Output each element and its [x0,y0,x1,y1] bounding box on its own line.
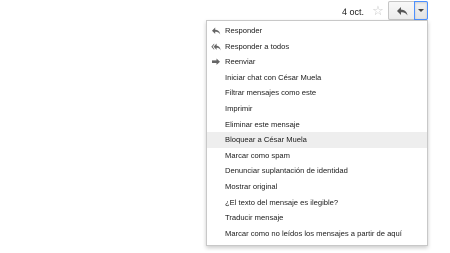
menu-item-reply-all[interactable]: Responder a todos [207,39,427,55]
menu-item-label: ¿El texto del mensaje es ilegible? [225,197,339,207]
menu-item-label: Iniciar chat con César Muela [225,72,322,82]
menu-item-filter-messages[interactable]: Filtrar mensajes como este [207,85,427,101]
menu-item-forward[interactable]: Reenviar [207,54,427,70]
menu-item-delete-message[interactable]: Eliminar este mensaje [207,117,427,133]
chevron-down-icon [418,9,424,12]
reply-all-icon [211,43,221,50]
message-date: 4 oct. [342,7,365,17]
menu-item-block-sender[interactable]: Bloquear a César Muela [207,132,427,148]
menu-item-reply[interactable]: Responder [207,23,427,39]
menu-item-label: Reenviar [225,57,256,67]
menu-item-unreadable-text[interactable]: ¿El texto del mensaje es ilegible? [207,195,427,211]
menu-item-label: Filtrar mensajes como este [225,88,317,98]
menu-item-label: Responder a todos [225,41,290,51]
reply-button[interactable] [388,1,415,20]
message-header-area: 4 oct. ☆ Responder Responder a todos Ree… [0,0,450,253]
menu-item-label: Mostrar original [225,181,278,191]
menu-item-label: Marcar como spam [225,150,290,160]
reply-arrow-icon [396,6,407,15]
menu-item-show-original[interactable]: Mostrar original [207,179,427,195]
menu-item-label: Eliminar este mensaje [225,119,300,129]
menu-item-label: Traducir mensaje [225,213,284,223]
menu-item-label: Marcar como no leídos los mensajes a par… [225,228,402,238]
reply-icon [212,27,221,35]
menu-item-mark-unread-from-here[interactable]: Marcar como no leídos los mensajes a par… [207,226,427,242]
menu-item-print[interactable]: Imprimir [207,101,427,117]
more-options-button[interactable] [414,1,428,20]
message-actions-menu: Responder Responder a todos Reenviar Ini… [206,20,428,246]
star-icon[interactable]: ☆ [371,2,385,20]
menu-item-start-chat[interactable]: Iniciar chat con César Muela [207,70,427,86]
forward-icon [212,58,220,66]
menu-item-label: Denunciar suplantación de identidad [225,166,348,176]
menu-item-label: Bloquear a César Muela [225,135,307,145]
menu-item-label: Imprimir [225,103,253,113]
menu-item-label: Responder [225,26,263,35]
menu-item-report-phishing[interactable]: Denunciar suplantación de identidad [207,163,427,179]
menu-item-translate-message[interactable]: Traducir mensaje [207,210,427,226]
menu-item-mark-spam[interactable]: Marcar como spam [207,148,427,164]
